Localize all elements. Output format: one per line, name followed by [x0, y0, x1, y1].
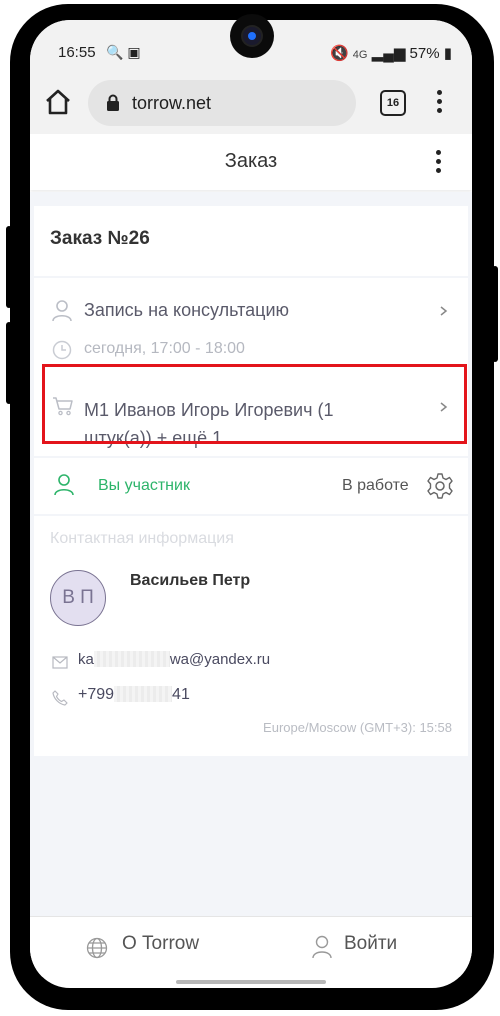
url-text: torrow.net [132, 93, 212, 113]
page-title: Заказ [224, 150, 278, 172]
status-right: 🔇 4G ▂▄▆ 57% ▮ [330, 44, 452, 62]
battery-percent: 57% [409, 45, 440, 62]
phone-end: 41 [172, 686, 190, 703]
signal-icon: ▂▄▆ [371, 45, 406, 62]
home-icon[interactable] [44, 88, 72, 116]
contact-section-label: Контактная информация [50, 530, 234, 547]
participant-label: Вы участник [98, 477, 190, 494]
app-header: Заказ [30, 134, 472, 190]
email-end: wa@yandex.ru [169, 651, 271, 668]
mute-icon: 🔇 [329, 45, 349, 62]
gear-icon[interactable] [426, 472, 454, 500]
email-start: ka [78, 651, 94, 668]
order-status: В работе [342, 477, 409, 494]
app-menu-dots-icon[interactable] [436, 150, 442, 177]
contact-name: Васильев Петр [130, 572, 251, 589]
service-name: Запись на консультацию [84, 300, 290, 320]
bottom-navigation: О Torrow Войти [30, 916, 472, 977]
globe-icon [86, 937, 108, 959]
clock-icon [52, 340, 72, 360]
highlight-box [42, 364, 467, 444]
about-label: О Torrow [122, 933, 200, 954]
phone-start: +799 [78, 686, 115, 703]
order-title-card: Заказ №26 [34, 206, 468, 276]
side-button-left-2 [6, 322, 12, 404]
chevron-right-icon [440, 306, 448, 316]
service-time: сегодня, 17:00 - 18:00 [84, 340, 245, 357]
login-label: Войти [344, 933, 398, 954]
status-time: 16:55 [58, 44, 96, 61]
side-button-right [492, 266, 498, 362]
phone-redacted [114, 686, 173, 702]
tabs-count-button[interactable]: 16 [380, 90, 406, 116]
mail-icon [52, 656, 68, 669]
home-indicator [176, 980, 326, 984]
order-title: Заказ №26 [50, 228, 150, 249]
contact-card: Контактная информация В П Васильев Петр … [34, 516, 468, 756]
battery-icon: ▮ [443, 45, 452, 62]
phone-icon [52, 690, 68, 706]
side-button-left-1 [6, 226, 12, 308]
contact-timezone: Europe/Moscow (GMT+3): 15:58 [263, 720, 452, 735]
person-icon [52, 300, 72, 322]
address-bar[interactable]: torrow.net [88, 80, 356, 126]
person-icon [54, 474, 74, 496]
contact-phone[interactable]: +799 41 [78, 686, 190, 704]
front-camera [230, 14, 274, 58]
browser-menu-dots-icon[interactable] [437, 90, 443, 117]
avatar: В П [50, 570, 106, 626]
phone-screen: 16:55 🔍 ▣ 🔇 4G ▂▄▆ 57% ▮ torrow.net 16 З… [30, 20, 472, 988]
email-redacted [93, 651, 170, 667]
network-type: 4G [352, 49, 368, 61]
lock-icon [107, 94, 119, 111]
person-icon [312, 935, 332, 959]
participant-card: Вы участник В работе [34, 458, 468, 514]
status-notification-icons: 🔍 ▣ [106, 44, 141, 60]
contact-email[interactable]: ka wa@yandex.ru [78, 651, 270, 668]
browser-toolbar: torrow.net 16 [30, 72, 472, 135]
